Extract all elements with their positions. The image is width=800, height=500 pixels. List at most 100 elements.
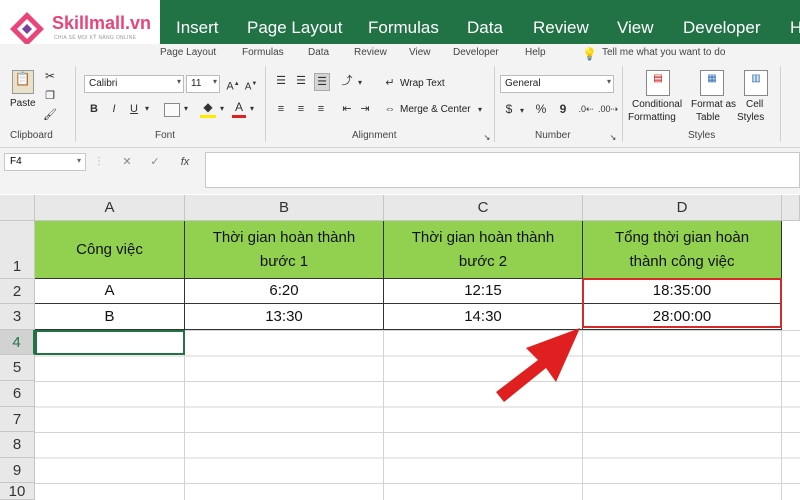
accounting-format-button[interactable]: $ [502, 101, 516, 117]
subtab-review[interactable]: Review [354, 47, 387, 58]
merge-center-button[interactable]: Merge & Center [400, 104, 471, 115]
cell-a2[interactable]: A [35, 279, 185, 304]
conditional-formatting-icon[interactable]: ▤ [646, 70, 670, 96]
font-family-select[interactable]: Calibri ▾ [84, 75, 184, 93]
enter-icon[interactable]: ✓ [148, 154, 162, 170]
row-header-9[interactable]: 9 [0, 458, 35, 483]
lightbulb-icon[interactable]: 💡 [582, 47, 597, 61]
chevron-down-icon[interactable]: ▾ [182, 101, 190, 117]
row-header-7[interactable]: 7 [0, 407, 35, 432]
tab-help-truncated[interactable]: H [790, 18, 800, 38]
row-header-1[interactable]: 1 [0, 221, 35, 279]
paste-icon[interactable]: 📋 [12, 70, 34, 94]
cell-a3[interactable]: B [35, 304, 185, 330]
underline-button[interactable]: U [128, 101, 140, 117]
row-header-2[interactable]: 2 [0, 279, 35, 304]
column-header-b[interactable]: B [185, 195, 384, 221]
tab-view[interactable]: View [617, 18, 654, 38]
column-header-c[interactable]: C [384, 195, 583, 221]
tab-developer[interactable]: Developer [683, 18, 761, 38]
align-top-icon[interactable]: ☰ [274, 73, 288, 89]
wrap-text-button[interactable]: Wrap Text [400, 78, 445, 89]
cell-styles-icon[interactable]: ▥ [744, 70, 768, 96]
column-header-e-partial[interactable] [782, 195, 800, 221]
tab-review[interactable]: Review [533, 18, 589, 38]
cell-b2[interactable]: 6:20 [185, 279, 384, 304]
align-left-icon[interactable]: ≡ [274, 101, 288, 117]
orientation-icon[interactable]: ⤴ [340, 73, 354, 89]
paste-button[interactable]: Paste [10, 98, 36, 109]
grow-font-icon[interactable]: A▲ [226, 76, 240, 95]
align-center-icon[interactable]: ≡ [294, 101, 308, 117]
chevron-down-icon[interactable]: ▾ [476, 102, 484, 118]
tab-page-layout[interactable]: Page Layout [247, 18, 342, 38]
name-box[interactable]: F4 ▾ [4, 153, 86, 171]
increase-decimal-icon[interactable]: .0⇠ [578, 101, 594, 117]
conditional-formatting-label-2[interactable]: Formatting [628, 112, 676, 123]
insert-function-icon[interactable]: fx [176, 154, 194, 170]
merge-center-icon[interactable]: ⇔ [384, 101, 396, 117]
chevron-down-icon[interactable]: ▾ [518, 103, 526, 119]
tab-formulas[interactable]: Formulas [368, 18, 439, 38]
subtab-formulas[interactable]: Formulas [242, 47, 284, 58]
row-header-4[interactable]: 4 [0, 330, 35, 355]
subtab-help[interactable]: Help [525, 47, 546, 58]
align-right-icon[interactable]: ≡ [314, 101, 328, 117]
row-header-10[interactable]: 10 [0, 483, 35, 500]
column-header-d[interactable]: D [583, 195, 782, 221]
wrap-text-icon[interactable]: ↵ [384, 75, 396, 91]
cell-d1[interactable]: Tổng thời gian hoàn thành công việc [583, 221, 782, 279]
borders-icon[interactable] [164, 103, 180, 117]
formula-input[interactable] [205, 152, 800, 188]
dialog-launcher-icon[interactable]: ↘ [608, 130, 618, 146]
shrink-font-icon[interactable]: A▼ [244, 76, 258, 95]
font-size-select[interactable]: 11 ▾ [186, 75, 220, 93]
number-format-select[interactable]: General ▾ [500, 75, 614, 93]
fill-color-icon[interactable]: ◆ [200, 99, 216, 118]
cell-a1[interactable]: Công việc [35, 221, 185, 279]
decrease-decimal-icon[interactable]: .00⇢ [598, 101, 618, 117]
row-header-6[interactable]: 6 [0, 381, 35, 407]
cell-styles-label-2[interactable]: Styles [737, 112, 764, 123]
empty-cells-area[interactable] [35, 330, 800, 500]
chevron-down-icon[interactable]: ▾ [143, 101, 151, 117]
tab-data[interactable]: Data [467, 18, 503, 38]
font-color-icon[interactable]: A [232, 99, 246, 118]
comma-style-button[interactable]: 9 [556, 101, 570, 117]
format-as-table-label-1[interactable]: Format as [691, 99, 736, 110]
select-all-corner[interactable] [0, 195, 35, 221]
chevron-down-icon[interactable]: ▾ [248, 101, 256, 117]
percent-style-button[interactable]: % [534, 101, 548, 117]
cell-d3[interactable]: 28:00:00 [583, 304, 782, 330]
format-as-table-label-2[interactable]: Table [696, 112, 720, 123]
cell-c1[interactable]: Thời gian hoàn thành bước 2 [384, 221, 583, 279]
dialog-launcher-icon[interactable]: ↘ [482, 130, 492, 146]
copy-icon[interactable]: ❐ [42, 88, 58, 104]
cancel-icon[interactable]: ✕ [120, 154, 134, 170]
cut-icon[interactable]: ✂ [42, 68, 58, 84]
subtab-data[interactable]: Data [308, 47, 329, 58]
row-header-5[interactable]: 5 [0, 355, 35, 381]
subtab-developer[interactable]: Developer [453, 47, 499, 58]
tab-insert[interactable]: Insert [176, 18, 219, 38]
tell-me-box[interactable]: Tell me what you want to do [602, 47, 725, 58]
increase-indent-icon[interactable]: ⇥ [358, 101, 372, 117]
chevron-down-icon[interactable]: ▾ [356, 75, 364, 91]
cell-b3[interactable]: 13:30 [185, 304, 384, 330]
chevron-down-icon[interactable]: ▾ [218, 101, 226, 117]
cell-b1[interactable]: Thời gian hoàn thành bước 1 [185, 221, 384, 279]
cell-styles-label-1[interactable]: Cell [746, 99, 763, 110]
decrease-indent-icon[interactable]: ⇤ [340, 101, 354, 117]
format-as-table-icon[interactable]: ▦ [700, 70, 724, 96]
format-painter-icon[interactable]: 🖌 [42, 107, 58, 123]
row-header-3[interactable]: 3 [0, 304, 35, 330]
cell-d2[interactable]: 18:35:00 [583, 279, 782, 304]
align-bottom-icon[interactable]: ☰ [314, 73, 330, 91]
italic-button[interactable]: I [108, 101, 120, 117]
cell-c2[interactable]: 12:15 [384, 279, 583, 304]
row-header-8[interactable]: 8 [0, 432, 35, 458]
conditional-formatting-label-1[interactable]: Conditional [632, 99, 682, 110]
column-header-a[interactable]: A [35, 195, 185, 221]
align-middle-icon[interactable]: ☰ [294, 73, 308, 89]
subtab-view[interactable]: View [409, 47, 431, 58]
